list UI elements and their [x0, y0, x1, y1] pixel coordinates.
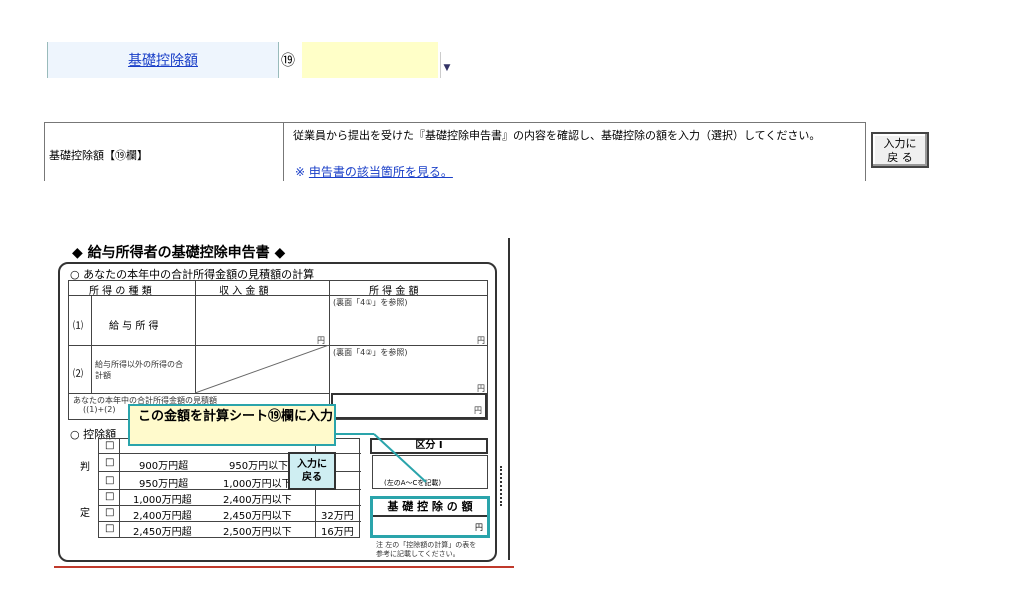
kiso-title: 基 礎 控 除 の 額	[373, 499, 487, 517]
judge-from: 950万円超	[139, 479, 189, 490]
checkbox-1[interactable]: □	[105, 457, 114, 468]
help-label: 基礎控除額【⑲欄】	[49, 149, 148, 162]
vertical-divider	[508, 238, 510, 560]
judge-to: 950万円以下	[229, 461, 289, 472]
basic-deduction-label-cell: 基礎控除額	[47, 42, 279, 78]
basic-deduction-amount-box: 基 礎 控 除 の 額 円	[370, 496, 490, 538]
divider	[283, 123, 284, 181]
back-to-input-button[interactable]: 入力に 戻 る	[871, 132, 929, 168]
judge-to: 2,400万円以下	[223, 495, 292, 506]
view-form-link[interactable]: 申告書の該当箇所を見る。	[309, 165, 453, 179]
col-line	[91, 295, 92, 393]
form-title: ◆ 給与所得者の基礎控除申告書 ◆	[72, 245, 286, 261]
checkbox-2[interactable]: □	[105, 475, 114, 486]
checkbox-4[interactable]: □	[105, 507, 114, 518]
back-button-line2: 戻 る	[887, 151, 913, 164]
total-yen: 円	[474, 406, 482, 415]
callout-pointer	[336, 433, 427, 483]
judge-left-1: 判	[80, 462, 90, 473]
dotted-divider	[500, 466, 506, 506]
checkbox-0[interactable]: □	[105, 440, 114, 451]
basic-deduction-input[interactable]	[302, 42, 438, 78]
note-mark: ※	[295, 165, 306, 179]
row1-note: (裏面「4①」を参照)	[333, 298, 408, 307]
income-table: 所 得 の 種 類 収 入 金 額 所 得 金 額 ⑴ 給 与 所 得 (裏面「…	[68, 280, 488, 420]
header-amount: 所 得 金 額	[369, 286, 419, 297]
callout-text: この金額を計算シート⑲欄に入力	[138, 409, 334, 424]
bottom-note-line1: 注 左の「控除額の計算」の表を	[376, 541, 477, 549]
row1-yen2: 円	[477, 336, 485, 345]
col-line	[329, 281, 330, 419]
checkbox-3[interactable]: □	[105, 491, 114, 502]
col-line	[119, 439, 120, 537]
bottom-note-line2: 参考に記載してください。	[376, 550, 460, 558]
help-text: 従業員から提出を受けた『基礎控除申告書』の内容を確認し、基礎控除の額を入力（選択…	[293, 129, 821, 142]
callout-box: この金額を計算シート⑲欄に入力	[128, 404, 336, 446]
form-back-line2: 戻る	[302, 472, 322, 483]
kiso-yen: 円	[475, 523, 483, 532]
basic-deduction-row: 基礎控除額 ⑲ ▼	[47, 42, 453, 78]
back-button-line1: 入力に	[883, 137, 917, 150]
judge-from: 2,450万円超	[133, 527, 192, 538]
row2-note: (裏面「4②」を参照)	[333, 348, 408, 357]
row1-label: 給 与 所 得	[109, 321, 159, 332]
judge-from: 1,000万円超	[133, 495, 192, 506]
total-amount-box: 円	[331, 393, 487, 419]
basic-deduction-link[interactable]: 基礎控除額	[48, 50, 278, 70]
judge-from: 900万円超	[139, 461, 189, 472]
help-row: 基礎控除額【⑲欄】 従業員から提出を受けた『基礎控除申告書』の内容を確認し、基礎…	[44, 122, 866, 181]
diagonal-slash	[195, 345, 329, 393]
row1-num: ⑴	[73, 321, 83, 332]
judge-to: 2,450万円以下	[223, 511, 292, 522]
judge-left-2: 定	[80, 508, 90, 519]
form-back-to-input-button[interactable]: 入力に 戻る	[288, 452, 336, 490]
total-sub: ((1)+(2)	[83, 405, 116, 414]
row2-num: ⑵	[73, 369, 83, 380]
judge-to: 2,500万円以下	[223, 527, 292, 538]
row-line	[69, 393, 329, 394]
row-number: ⑲	[281, 53, 295, 69]
row2-label: 給与所得以外の所得の合計額	[95, 360, 183, 380]
judge-from: 2,400万円超	[133, 511, 192, 522]
bottom-note: 注 左の「控除額の計算」の表を 参考に記載してください。	[376, 541, 476, 559]
header-kind: 所 得 の 種 類	[89, 286, 152, 297]
judge-to: 1,000万円以下	[223, 479, 292, 490]
checkbox-5[interactable]: □	[105, 523, 114, 534]
help-note: ※ 申告書の該当箇所を見る。	[295, 163, 453, 180]
red-bottom-line	[54, 566, 514, 568]
dropdown-arrow-icon[interactable]: ▼	[440, 52, 453, 78]
judge-amount: 32万円	[321, 511, 354, 522]
form-back-line1: 入力に	[297, 459, 327, 470]
judge-amount: 16万円	[321, 527, 354, 538]
header-income: 収 入 金 額	[219, 286, 269, 297]
